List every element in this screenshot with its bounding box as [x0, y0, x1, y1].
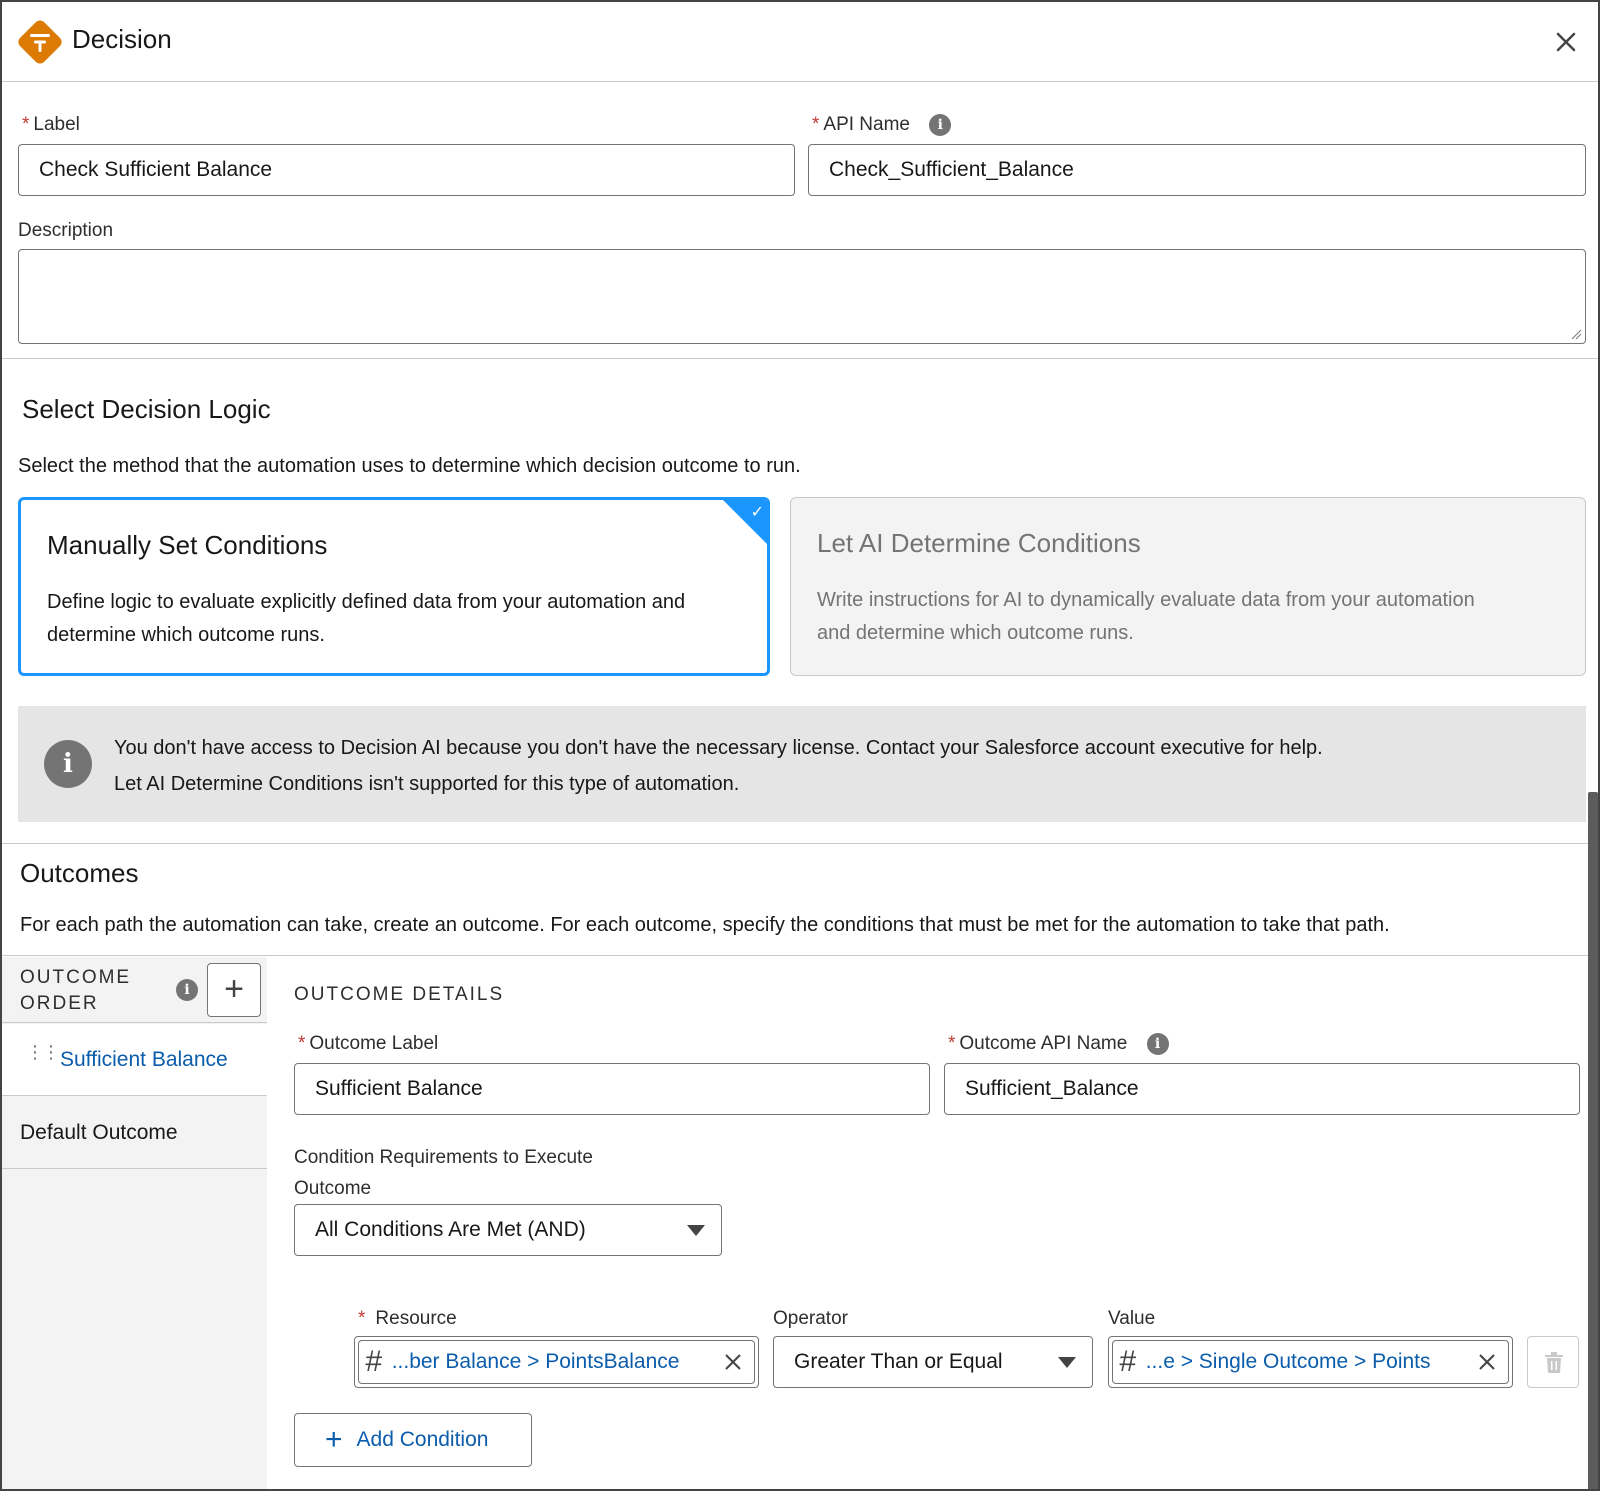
resource-input[interactable]: # ...ber Balance > PointsBalance	[354, 1336, 759, 1388]
decision-dialog: Decision * Label Check Sufficient Balance…	[0, 0, 1600, 1491]
section-divider	[2, 843, 1598, 844]
required-asterisk: *	[298, 1033, 306, 1054]
info-icon: i	[44, 740, 92, 788]
description-textarea[interactable]	[18, 249, 1586, 344]
label-input[interactable]: Check Sufficient Balance	[18, 144, 795, 196]
add-condition-button[interactable]: + Add Condition	[294, 1413, 532, 1467]
outcome-api-name-input[interactable]: Sufficient_Balance	[944, 1063, 1580, 1115]
card-title: Manually Set Conditions	[47, 530, 328, 560]
remove-icon[interactable]	[1476, 1351, 1498, 1373]
license-notice: i You don't have access to Decision AI b…	[18, 706, 1586, 822]
number-hash-icon: #	[365, 1345, 382, 1378]
number-hash-icon: #	[1119, 1345, 1136, 1378]
required-asterisk: *	[812, 114, 820, 136]
outcome-api-name-field-label: * Outcome API Name i	[948, 1033, 1169, 1055]
outcome-item-sufficient-balance[interactable]: ⋮⋮ Sufficient Balance	[2, 1024, 267, 1096]
outcome-order-label: OUTCOME ORDER	[20, 967, 132, 1014]
section-divider	[2, 358, 1598, 359]
info-icon[interactable]: i	[929, 114, 952, 136]
outcome-item-label: Sufficient Balance	[60, 1048, 228, 1071]
close-icon[interactable]	[1550, 26, 1582, 58]
card-description: Write instructions for AI to dynamically…	[817, 589, 1475, 644]
outcomes-title: Outcomes	[20, 858, 139, 888]
value-pill-label: ...e > Single Outcome > Points	[1145, 1350, 1431, 1373]
drag-handle-icon[interactable]: ⋮⋮	[26, 1043, 60, 1061]
operator-select[interactable]: Greater Than or Equal	[773, 1336, 1093, 1388]
condition-requirements-label: Condition Requirements to Execute Outcom…	[294, 1147, 593, 1199]
decision-diamond-icon	[18, 20, 62, 64]
required-asterisk: *	[22, 114, 30, 135]
outcome-details-title: OUTCOME DETAILS	[294, 984, 505, 1005]
card-description: Define logic to evaluate explicitly defi…	[47, 591, 686, 646]
required-asterisk: *	[358, 1308, 366, 1329]
remove-icon[interactable]	[722, 1351, 744, 1373]
condition-requirements-select[interactable]: All Conditions Are Met (AND)	[294, 1204, 722, 1256]
dialog-header: Decision	[2, 2, 1598, 82]
decision-logic-title: Select Decision Logic	[22, 394, 271, 424]
chevron-down-icon	[687, 1225, 705, 1236]
resize-handle-icon[interactable]	[1570, 328, 1582, 340]
resource-pill[interactable]: # ...ber Balance > PointsBalance	[358, 1340, 755, 1384]
decision-logic-subtitle: Select the method that the automation us…	[18, 455, 801, 477]
label-field-label: * Label	[22, 114, 80, 135]
chevron-down-icon	[1058, 1357, 1076, 1368]
checkmark-icon: ✓	[750, 504, 764, 521]
outcome-item-default[interactable]: Default Outcome	[2, 1097, 267, 1169]
manual-conditions-card[interactable]: ✓ Manually Set Conditions Define logic t…	[18, 497, 770, 676]
api-name-field-label: * API Name i	[812, 114, 952, 136]
trash-icon	[1545, 1352, 1563, 1373]
outcome-label-input[interactable]: Sufficient Balance	[294, 1063, 930, 1115]
value-field-label: Value	[1108, 1308, 1156, 1329]
resource-pill-label: ...ber Balance > PointsBalance	[391, 1350, 680, 1373]
add-outcome-button[interactable]: +	[207, 963, 261, 1017]
resource-field-label: * Resource	[358, 1308, 457, 1329]
info-icon[interactable]: i	[1146, 1033, 1169, 1055]
notice-text: You don't have access to Decision AI bec…	[114, 737, 1323, 795]
section-divider	[2, 955, 1598, 956]
plus-icon: +	[325, 1423, 343, 1456]
ai-conditions-card: Let AI Determine Conditions Write instru…	[790, 497, 1586, 676]
info-icon[interactable]: i	[176, 979, 198, 1001]
required-asterisk: *	[948, 1033, 956, 1055]
scrollbar[interactable]	[1588, 792, 1598, 1489]
card-title: Let AI Determine Conditions	[817, 528, 1141, 558]
outcome-order-header: OUTCOME ORDER i +	[2, 957, 267, 1023]
outcome-label-field-label: * Outcome Label	[298, 1033, 439, 1054]
description-field-label: Description	[18, 220, 114, 241]
operator-field-label: Operator	[773, 1308, 848, 1329]
api-name-input[interactable]: Check_Sufficient_Balance	[808, 144, 1586, 196]
delete-condition-button[interactable]	[1527, 1336, 1579, 1388]
outcome-order-sidebar: OUTCOME ORDER i + ⋮⋮ Sufficient Balance …	[2, 957, 267, 1489]
dialog-title: Decision	[72, 24, 172, 54]
outcomes-subtitle: For each path the automation can take, c…	[20, 914, 1390, 936]
value-pill[interactable]: # ...e > Single Outcome > Points	[1112, 1340, 1509, 1384]
outcome-item-label: Default Outcome	[20, 1121, 178, 1144]
value-input[interactable]: # ...e > Single Outcome > Points	[1108, 1336, 1513, 1388]
